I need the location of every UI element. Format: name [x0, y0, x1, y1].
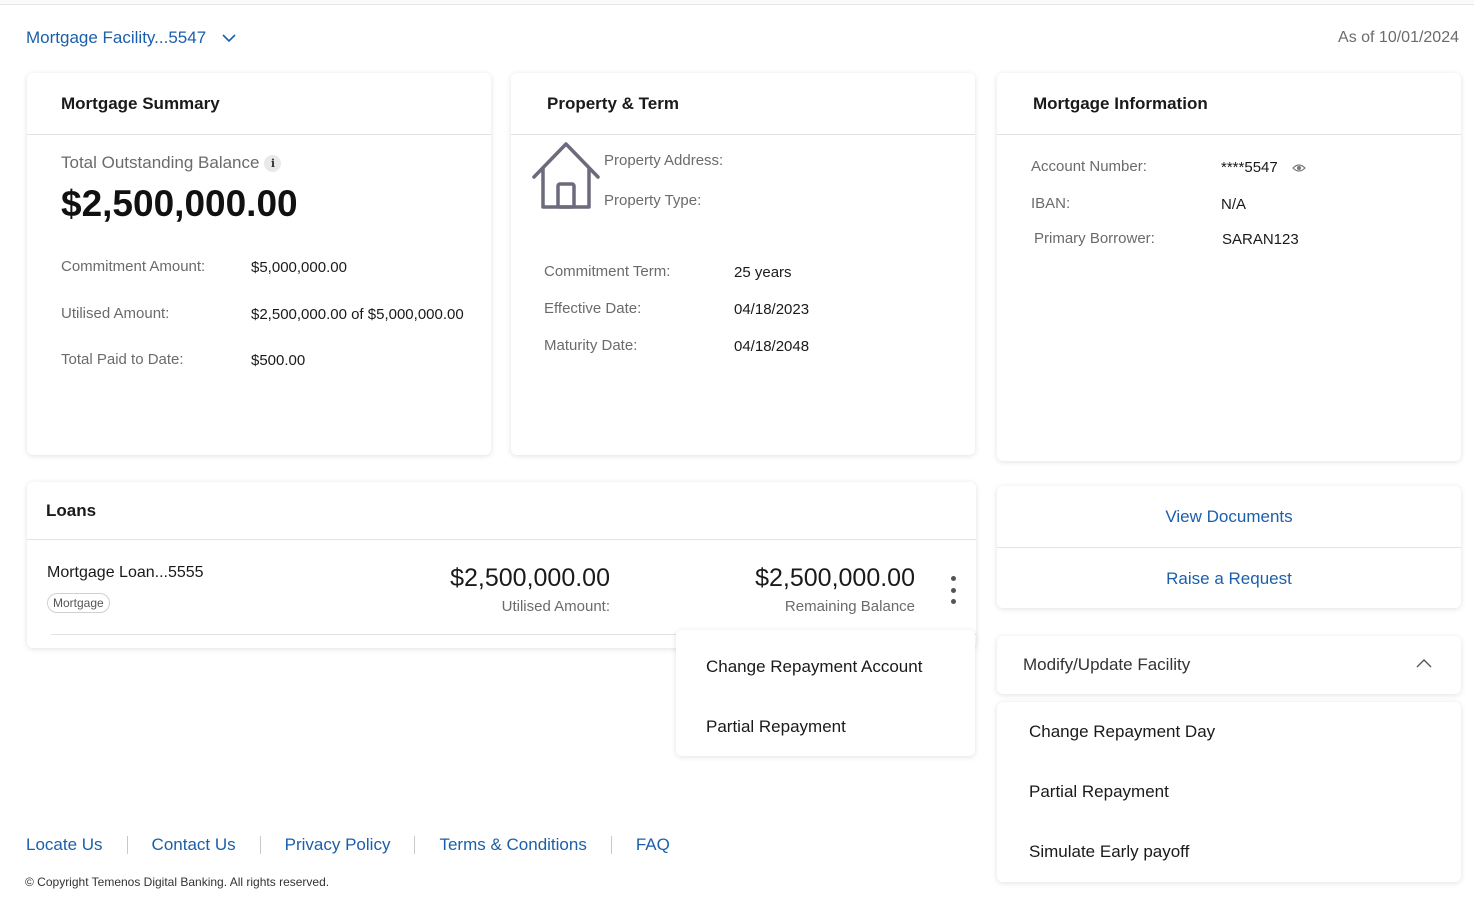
commitment-amount-label: Commitment Amount:: [61, 258, 206, 275]
mortgage-information-card: Mortgage Information Account Number: ***…: [997, 73, 1461, 461]
iban-label: IBAN:: [1031, 195, 1071, 212]
commitment-term-value: 25 years: [734, 264, 792, 281]
footer-separator: [259, 836, 261, 854]
total-paid-value: $500.00: [251, 352, 306, 369]
actions-divider: [997, 547, 1461, 548]
menu-item-change-repayment-day[interactable]: Change Repayment Day: [1029, 722, 1215, 742]
loan-utilised-amount: $2,500,000.00: [450, 564, 610, 592]
loan-remaining-label: Remaining Balance: [784, 598, 915, 615]
loans-title: Loans: [27, 482, 976, 540]
raise-request-link[interactable]: Raise a Request: [997, 569, 1461, 589]
more-options-icon[interactable]: [946, 576, 960, 604]
loan-remaining-balance: $2,500,000.00: [755, 564, 915, 592]
utilised-amount-value: $2,500,000.00 of $5,000,000.00: [251, 306, 464, 323]
footer-link-locate-us[interactable]: Locate Us: [26, 835, 103, 855]
commitment-term-label: Commitment Term:: [544, 263, 671, 280]
facility-label[interactable]: Mortgage Facility...5547: [26, 28, 206, 48]
chevron-up-icon[interactable]: [1416, 658, 1432, 668]
modify-facility-title[interactable]: Modify/Update Facility: [1023, 655, 1190, 675]
account-number-value: ****5547: [1221, 159, 1278, 176]
copyright-text: © Copyright Temenos Digital Banking. All…: [25, 875, 330, 889]
quick-actions-card: View Documents Raise a Request: [997, 486, 1461, 608]
mortgage-summary-card: Mortgage Summary Total Outstanding Balan…: [27, 73, 491, 455]
loan-type-badge: Mortgage: [47, 593, 110, 613]
menu-item-partial-repayment[interactable]: Partial Repayment: [706, 717, 846, 737]
footer-links: Locate Us Contact Us Privacy Policy Term…: [26, 835, 670, 855]
maturity-date-value: 04/18/2048: [734, 338, 810, 355]
menu-item-change-repayment-account[interactable]: Change Repayment Account: [706, 657, 922, 677]
loans-card: Loans Mortgage Loan...5555 Mortgage $2,5…: [27, 482, 976, 648]
iban-value: N/A: [1221, 196, 1247, 213]
mortgage-summary-title: Mortgage Summary: [27, 73, 491, 135]
maturity-date-label: Maturity Date:: [544, 337, 638, 354]
chevron-down-icon[interactable]: [222, 33, 236, 43]
footer-separator: [414, 836, 416, 854]
facility-selector[interactable]: Mortgage Facility...5547: [26, 28, 236, 48]
modify-facility-header[interactable]: Modify/Update Facility: [997, 636, 1461, 694]
primary-borrower-value: SARAN123: [1222, 231, 1299, 248]
commitment-amount-value: $5,000,000.00: [251, 259, 347, 276]
menu-item-partial-repayment-facility[interactable]: Partial Repayment: [1029, 782, 1169, 802]
footer-separator: [126, 836, 128, 854]
total-paid-label: Total Paid to Date:: [61, 351, 184, 368]
top-border: [0, 0, 1474, 5]
property-type-label: Property Type:: [604, 192, 702, 209]
view-documents-link[interactable]: View Documents: [997, 507, 1461, 527]
loan-name[interactable]: Mortgage Loan...5555: [47, 564, 204, 582]
primary-borrower-label: Primary Borrower:: [1034, 230, 1155, 247]
utilised-amount-label: Utilised Amount:: [61, 305, 170, 322]
loan-actions-menu: Change Repayment Account Partial Repayme…: [676, 630, 975, 756]
menu-item-simulate-early-payoff[interactable]: Simulate Early payoff: [1029, 842, 1189, 862]
footer-link-contact-us[interactable]: Contact Us: [152, 835, 236, 855]
modify-facility-menu: Change Repayment Day Partial Repayment S…: [997, 702, 1461, 882]
effective-date-value: 04/18/2023: [734, 301, 810, 318]
eye-icon[interactable]: [1292, 163, 1306, 173]
outstanding-balance-value: $2,500,000.00: [61, 183, 298, 224]
account-number-label: Account Number:: [1031, 158, 1147, 175]
as-of-date: As of 10/01/2024: [1338, 29, 1459, 46]
mortgage-information-title: Mortgage Information: [997, 73, 1461, 135]
info-icon[interactable]: i: [264, 154, 282, 172]
outstanding-balance-label: Total Outstanding Balance i: [61, 153, 282, 173]
effective-date-label: Effective Date:: [544, 300, 642, 317]
account-number-field: ****5547: [1221, 159, 1306, 176]
loan-utilised-label: Utilised Amount:: [501, 598, 610, 615]
house-icon: [532, 142, 600, 209]
footer-link-faq[interactable]: FAQ: [636, 835, 670, 855]
property-term-card: Property & Term Property Address: Proper…: [511, 73, 975, 455]
outstanding-balance-text: Total Outstanding Balance: [61, 153, 260, 172]
property-term-title: Property & Term: [511, 73, 975, 135]
footer-link-privacy-policy[interactable]: Privacy Policy: [285, 835, 391, 855]
property-address-label: Property Address:: [604, 152, 724, 169]
footer-link-terms[interactable]: Terms & Conditions: [439, 835, 586, 855]
footer-separator: [610, 836, 612, 854]
